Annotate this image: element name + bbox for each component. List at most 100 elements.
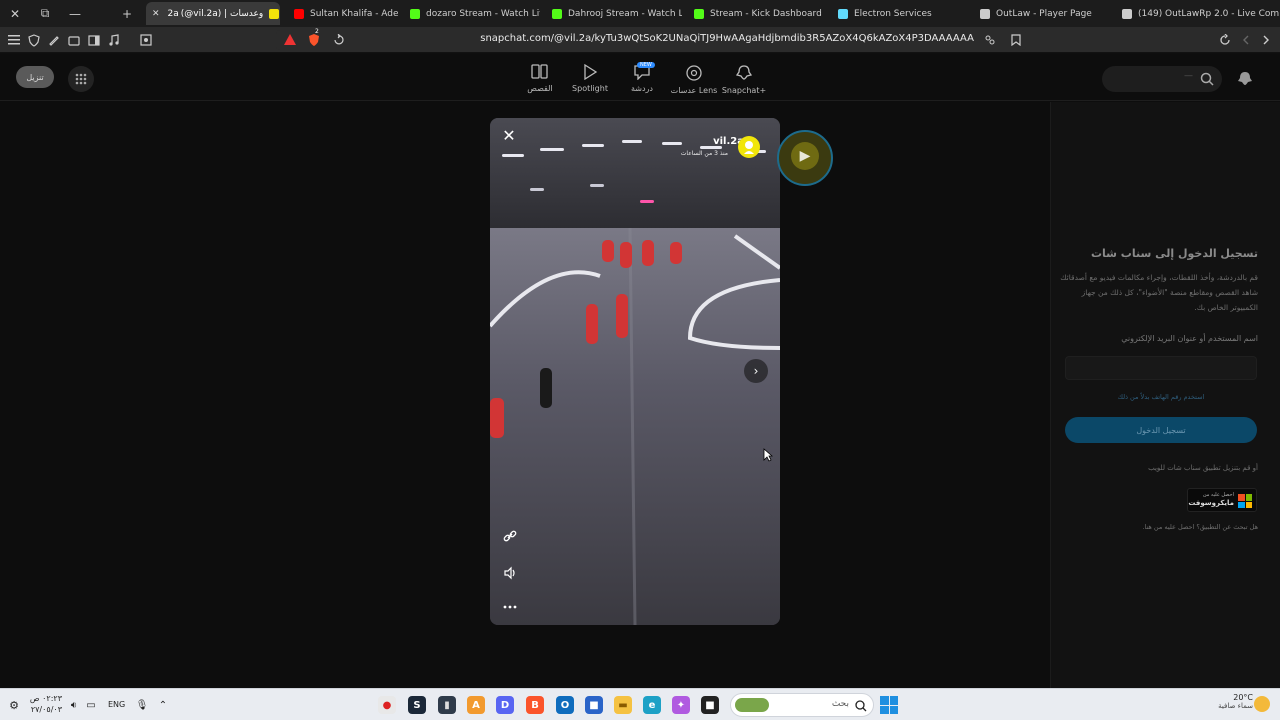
tab-label: dozaro Stream - Watch Live on [426,8,540,19]
more-options-icon[interactable] [502,599,518,615]
taskbar-app-colorful[interactable]: ● [378,696,396,714]
kick-icon [552,8,562,19]
refresh-icon[interactable] [1217,32,1233,48]
browser-tab[interactable]: Electron Services [826,2,968,25]
login-title: تسجيل الدخول إلى سناب شات [1090,247,1258,260]
address-bar[interactable]: 2 snapchat.com/@vil.2a/kyTu3wQtSoK2UNaQi… [276,28,1026,50]
menu-icon[interactable] [6,32,22,48]
taskbar-app-copilot[interactable]: ✦ [672,696,690,714]
volume-icon[interactable] [502,565,518,581]
ghost-icon[interactable] [1234,68,1256,90]
tab-label: Dahrooj Stream - Watch Live o [568,8,682,19]
windows-start-icon[interactable] [880,696,898,714]
story-avatar[interactable] [738,136,760,158]
sidebar-icon[interactable] [86,32,102,48]
browser-tab[interactable]: Dahrooj Stream - Watch Live o [540,2,682,25]
taskbar-app-black[interactable]: ■ [701,696,719,714]
apps-grid-icon[interactable] [68,66,94,92]
ms-badge-line1: احصل عليه من [1202,492,1234,498]
system-clock[interactable]: ٠٢:٢٣ ص ٢٧/٠٥/٠٣ [22,693,62,715]
taskbar-app-store[interactable]: ■ [585,696,603,714]
copy-link-icon[interactable] [502,528,518,544]
download-button[interactable]: تنزيل [16,66,54,88]
clock-time: ٠٢:٢٣ ص [29,694,62,703]
outlaw-icon [1122,8,1132,19]
speaker-icon[interactable]: 🔉︎ [68,699,80,711]
login-button[interactable]: تسجيل الدخول [1065,417,1257,443]
taskbar-app-edge[interactable]: e [643,696,661,714]
tab-label: (@vil.2a) | وعدسات [180,8,264,19]
screenshot-icon[interactable] [138,32,154,48]
close-window-icon[interactable]: ✕ [0,0,30,27]
spotlight-play-icon [584,64,598,80]
taskbar-app-brave[interactable]: B [526,696,544,714]
search-icon [855,700,867,712]
snapchat-icon [269,8,280,19]
browser-tab[interactable]: Stream - Kick Dashboard [682,2,826,25]
tray-chevron-icon[interactable]: ⌃ [157,699,169,711]
weather-widget[interactable]: 20°C سماء صافية [1207,693,1253,710]
restore-window-icon[interactable]: ⧉ [30,0,60,27]
close-tab-icon[interactable]: ✕ [152,9,160,19]
brave-shield-icon[interactable]: 2 [306,28,322,48]
site-settings-icon[interactable] [982,32,998,48]
input-language[interactable]: ENG [108,700,125,709]
username-label: اسم المستخدم أو عنوان البريد الإلكتروني [1121,334,1258,343]
browser-tab[interactable]: Sultan Khalifa - Adeel El Rooh [282,2,398,25]
microsoft-store-badge[interactable]: احصل عليه من مايكروسوفت [1187,488,1257,512]
stories-icon [531,64,548,79]
nav-snapchat-plus[interactable]: Snapchat+ [709,64,779,100]
forward-arrow-icon[interactable] [1258,32,1274,48]
clock-date: ٢٧/٠٥/٠٣ [30,705,62,714]
reload-page-icon[interactable] [330,32,346,48]
taskbar-app-fortnite[interactable]: A [467,696,485,714]
login-description: قم بالدردشة، وأخذ اللقطات، وإجراء مكالما… [1060,273,1258,312]
pen-icon[interactable] [46,32,62,48]
tab-label: Stream - Kick Dashboard [710,8,822,19]
browser-tab-strip: ✕ ⧉ — + ✕ 2a (@vil.2a) | وعدسات Sultan Khal… [0,0,1280,27]
browser-tab[interactable]: ✕ 2a (@vil.2a) | وعدسات [146,2,280,25]
minimize-window-icon[interactable]: — [60,0,90,27]
kick-icon [410,8,420,19]
microphone-icon[interactable]: 🎙︎ [136,699,149,711]
browser-toolbar: 2 snapchat.com/@vil.2a/kyTu3wQtSoK2UNaQi… [0,27,1280,53]
music-icon[interactable] [106,32,122,48]
taskbar-app-outlook[interactable]: O [556,696,574,714]
next-story-thumbnail[interactable]: ▶ [777,130,833,186]
search-input[interactable]: — [1102,66,1222,92]
taskbar-app-terminal[interactable]: ▮ [438,696,456,714]
back-arrow-icon[interactable] [1238,32,1254,48]
login-panel: تسجيل الدخول إلى سناب شات قم بالدردشة، و… [1050,102,1280,688]
nav-label: Spotlight [572,84,608,93]
browser-tab[interactable]: (149) OutLawRp 2.0 - Live Com [1110,2,1280,25]
youtube-icon [294,8,304,19]
next-snap-chevron-icon[interactable]: › [744,359,768,383]
username-field[interactable] [1065,356,1257,380]
snapchat-header: تنزيل القصص Spotlight NEW دردشة عدسات Le… [0,54,1280,101]
new-tab-icon[interactable]: + [112,0,142,27]
wifi-status-icon[interactable]: ⚙ [8,699,20,712]
brave-rewards-icon[interactable] [282,32,298,48]
bookmark-icon[interactable] [1008,32,1024,48]
help-text[interactable]: هل تبحث عن التطبيق؟ احصل عليه من هنا. [1142,523,1258,531]
story-media-court [490,228,780,625]
microsoft-logo-icon [1238,494,1252,508]
taskbar-app-explorer[interactable]: ▬ [614,696,632,714]
story-viewer[interactable]: ✕ vil.2a منذ 3 من الساعات › [490,118,780,625]
new-badge: NEW [637,62,655,68]
network-icon[interactable]: ▭ [85,699,97,711]
play-icon: ▶ [791,142,819,170]
browser-tab[interactable]: dozaro Stream - Watch Live on [398,2,540,25]
browser-tab[interactable]: OutLaw - Player Page [968,2,1110,25]
windows-taskbar: ⚙ ٠٢:٢٣ ص ٢٧/٠٥/٠٣ 🔉︎ ▭ ENG 🎙︎ ⌃ ● S ▮ A D B O… [0,688,1280,720]
close-story-icon[interactable]: ✕ [500,126,518,145]
lens-icon [686,65,702,81]
search-icon [1200,72,1214,86]
wallet-icon[interactable] [66,32,82,48]
nav-label: القصص [527,84,553,93]
shield-icon[interactable] [26,32,42,48]
taskbar-app-discord[interactable]: D [496,696,514,714]
taskbar-search-input[interactable]: بحث [730,693,874,717]
taskbar-app-steam[interactable]: S [408,696,426,714]
use-phone-link[interactable]: استخدم رقم الهاتف بدلاً من ذلك [1065,393,1257,401]
